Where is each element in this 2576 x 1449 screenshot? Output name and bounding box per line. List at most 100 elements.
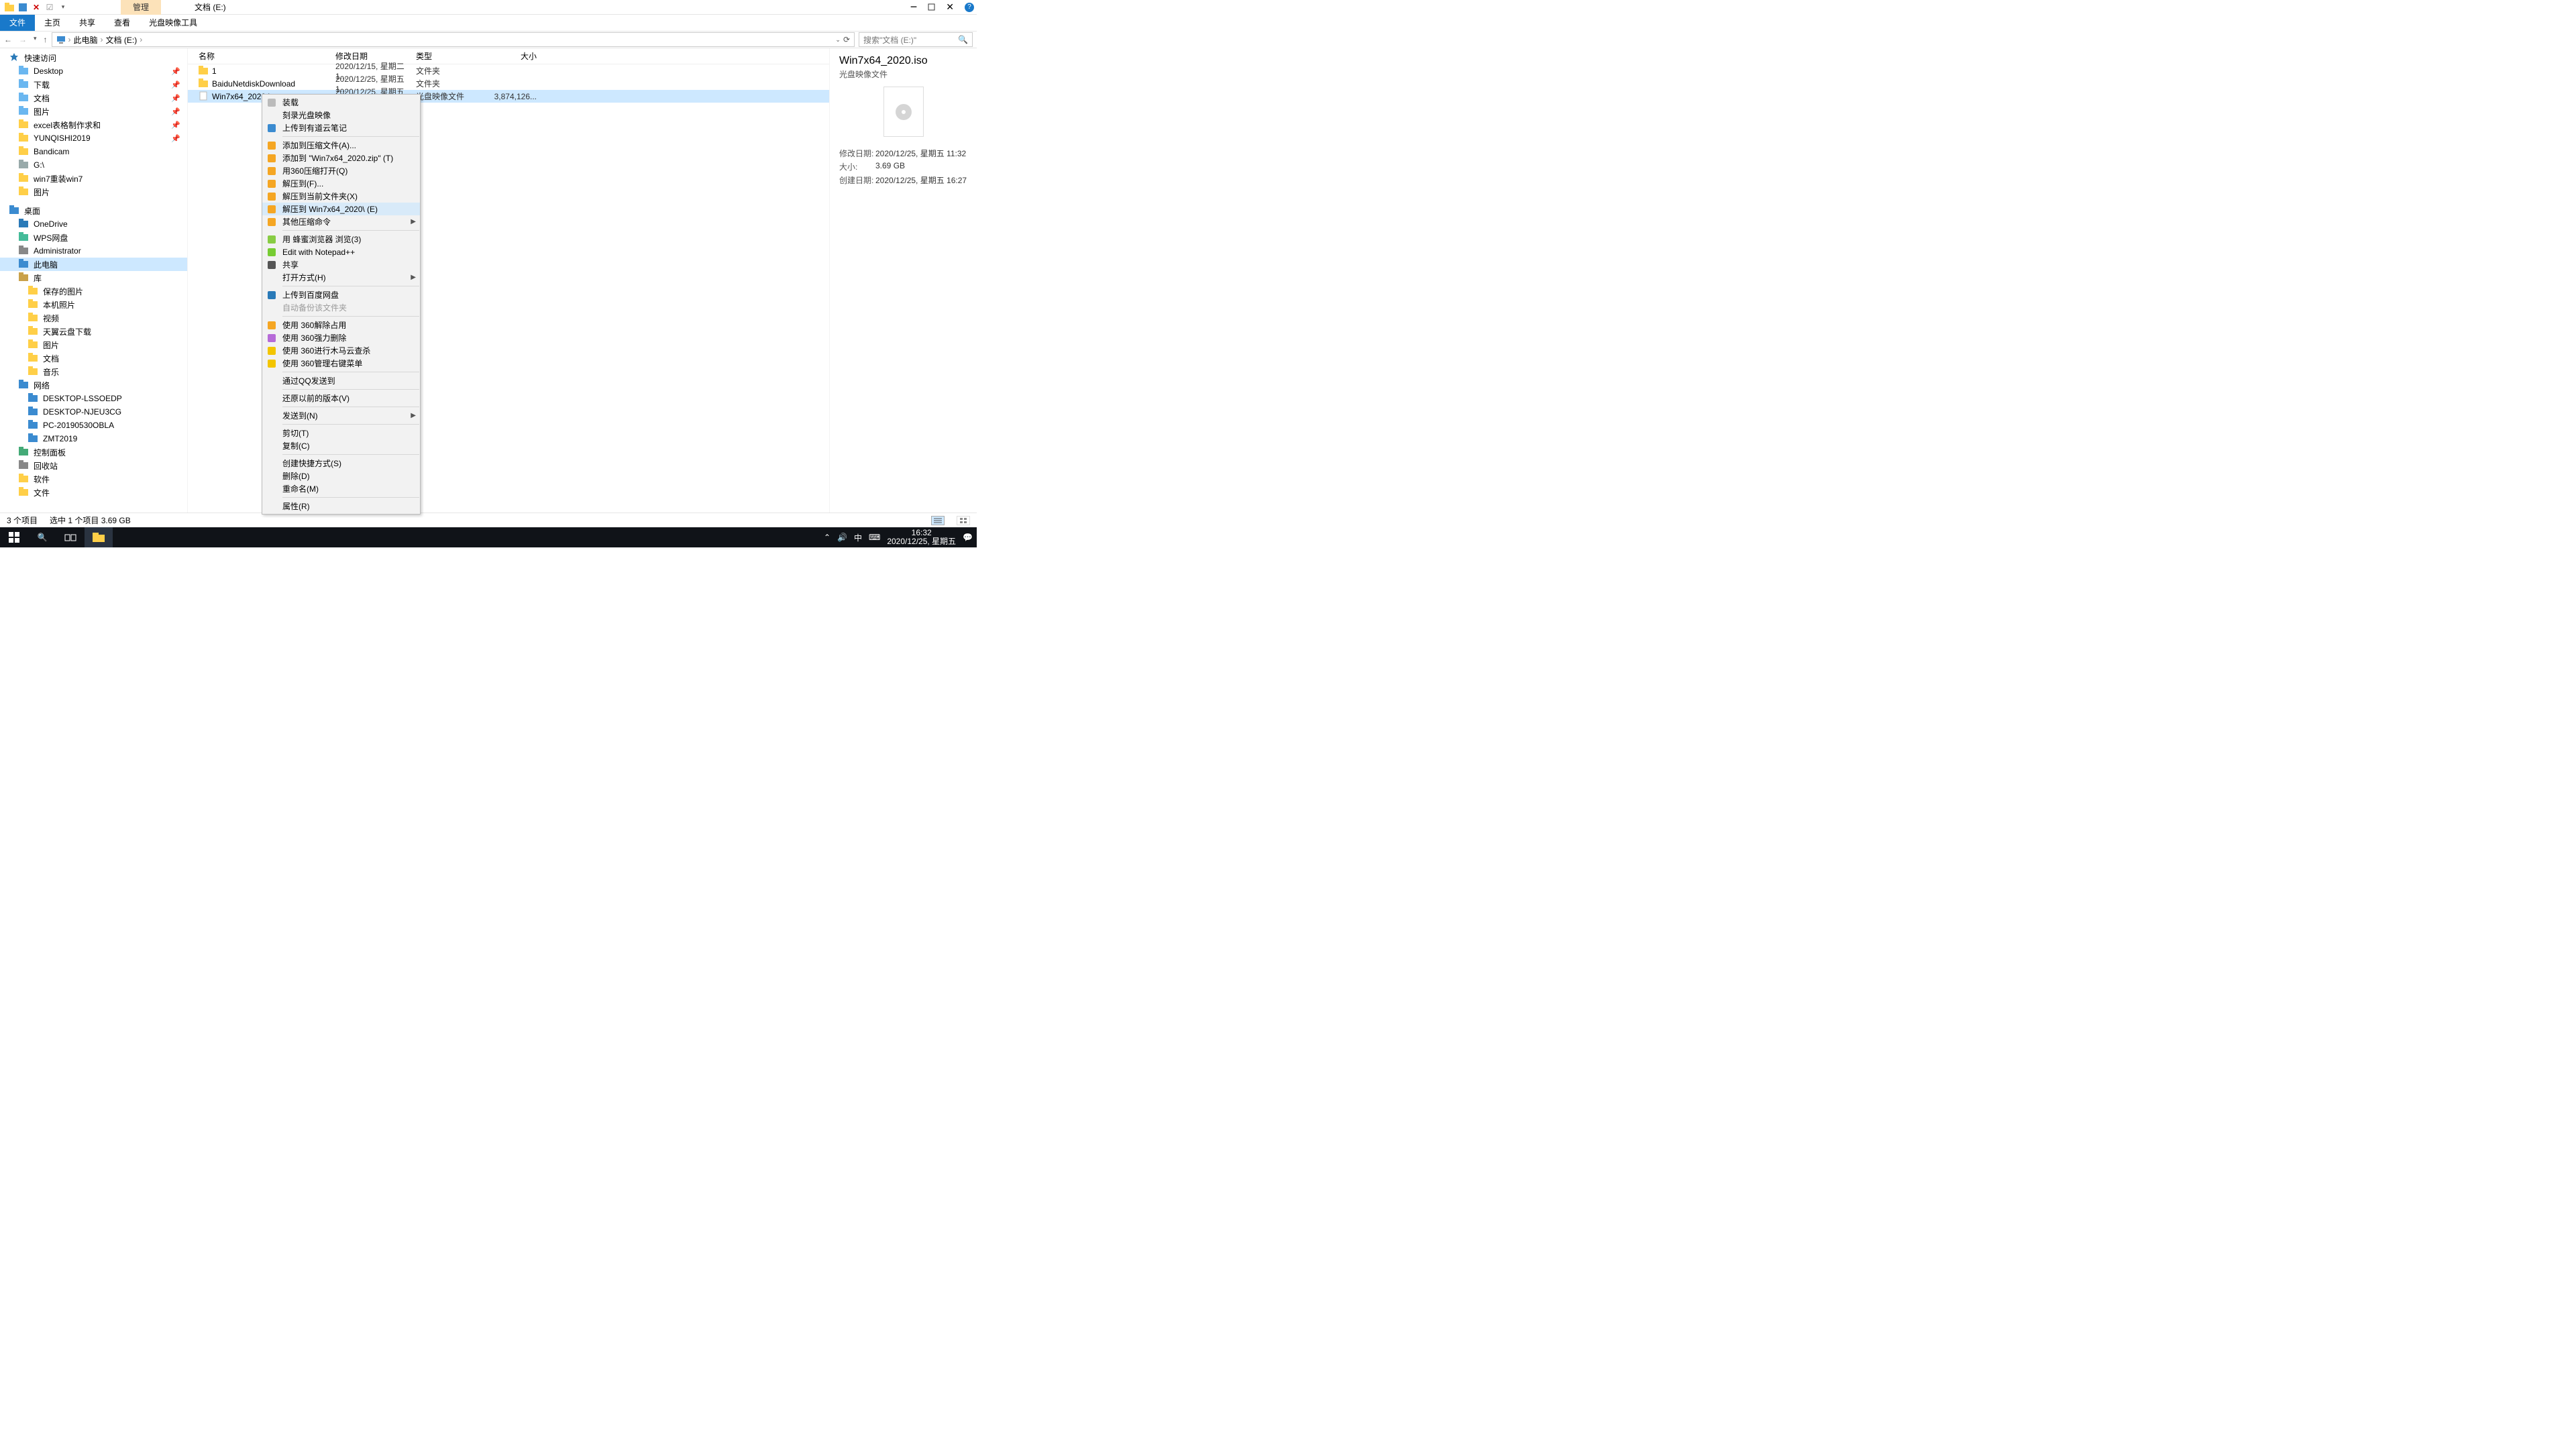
nav-item[interactable]: 图片 bbox=[0, 185, 187, 199]
nav-item[interactable]: Administrator bbox=[0, 244, 187, 258]
ribbon-tab-3[interactable]: 查看 bbox=[105, 15, 140, 31]
start-button[interactable] bbox=[0, 527, 28, 547]
breadcrumb-seg[interactable]: 文档 (E:) bbox=[106, 34, 138, 46]
nav-item[interactable]: 下载📌 bbox=[0, 78, 187, 91]
view-details-icon[interactable] bbox=[931, 516, 945, 525]
ctx-item[interactable]: 添加到压缩文件(A)... bbox=[262, 139, 420, 152]
nav-item[interactable]: YUNQISHI2019📌 bbox=[0, 131, 187, 145]
breadcrumb-root[interactable]: 此电脑 bbox=[74, 34, 98, 46]
ctx-item[interactable]: 使用 360管理右键菜单 bbox=[262, 357, 420, 370]
nav-tree[interactable]: 快速访问Desktop📌下载📌文档📌图片📌excel表格制作求和📌YUNQISH… bbox=[0, 48, 188, 531]
ctx-item[interactable]: 发送到(N)▶ bbox=[262, 409, 420, 422]
ctx-item[interactable]: 通过QQ发送到 bbox=[262, 374, 420, 387]
tray-ime[interactable]: 中 bbox=[854, 532, 862, 543]
nav-item[interactable]: 此电脑 bbox=[0, 258, 187, 271]
ctx-item[interactable]: 用 蜂蜜浏览器 浏览(3) bbox=[262, 233, 420, 246]
nav-item[interactable]: 桌面 bbox=[0, 204, 187, 217]
qat-undo-icon[interactable]: ✕ bbox=[31, 2, 42, 13]
ctx-item[interactable]: 打开方式(H)▶ bbox=[262, 271, 420, 284]
nav-forward-icon[interactable]: → bbox=[19, 35, 27, 44]
view-large-icon[interactable] bbox=[957, 516, 970, 525]
context-menu[interactable]: 装载刻录光盘映像上传到有道云笔记添加到压缩文件(A)...添加到 "Win7x6… bbox=[262, 94, 421, 515]
addr-dropdown-icon[interactable]: ⌄ bbox=[835, 36, 841, 44]
ribbon-tab-0[interactable]: 文件 bbox=[0, 15, 35, 31]
nav-item[interactable]: DESKTOP-LSSOEDP bbox=[0, 392, 187, 405]
ctx-item[interactable]: 刻录光盘映像 bbox=[262, 109, 420, 121]
ctx-item[interactable]: 使用 360解除占用 bbox=[262, 319, 420, 331]
nav-item[interactable]: Desktop📌 bbox=[0, 64, 187, 78]
ribbon-tab-2[interactable]: 共享 bbox=[70, 15, 105, 31]
nav-item[interactable]: G:\ bbox=[0, 158, 187, 172]
tray-volume-icon[interactable]: 🔊 bbox=[837, 533, 847, 542]
ctx-item[interactable]: 使用 360进行木马云查杀 bbox=[262, 344, 420, 357]
nav-item[interactable]: OneDrive bbox=[0, 217, 187, 231]
nav-item[interactable]: 控制面板 bbox=[0, 445, 187, 459]
ctx-item[interactable]: 上传到有道云笔记 bbox=[262, 121, 420, 134]
tray-clock[interactable]: 16:32 2020/12/25, 星期五 bbox=[887, 529, 956, 546]
file-row[interactable]: 12020/12/15, 星期二 1...文件夹 bbox=[188, 64, 829, 77]
qat-save-icon[interactable] bbox=[17, 2, 28, 13]
ctx-item[interactable]: 剪切(T) bbox=[262, 427, 420, 439]
ctx-item[interactable]: 复制(C) bbox=[262, 439, 420, 452]
nav-recent-icon[interactable]: ▾ bbox=[34, 35, 37, 44]
qat-dropdown-icon[interactable]: ▾ bbox=[58, 2, 68, 13]
nav-item[interactable]: 保存的图片 bbox=[0, 284, 187, 298]
search-button[interactable]: 🔍 bbox=[28, 527, 56, 547]
search-box[interactable]: 搜索"文档 (E:)" 🔍 bbox=[859, 32, 973, 47]
ctx-item[interactable]: 解压到(F)... bbox=[262, 177, 420, 190]
nav-item[interactable]: 天翼云盘下载 bbox=[0, 325, 187, 338]
close-button[interactable]: ✕ bbox=[946, 1, 954, 13]
nav-item[interactable]: 图片 bbox=[0, 338, 187, 352]
nav-item[interactable]: 库 bbox=[0, 271, 187, 284]
ctx-item[interactable]: 其他压缩命令▶ bbox=[262, 215, 420, 228]
ctx-item[interactable]: 装载 bbox=[262, 96, 420, 109]
nav-item[interactable]: excel表格制作求和📌 bbox=[0, 118, 187, 131]
ctx-item[interactable]: 还原以前的版本(V) bbox=[262, 392, 420, 405]
nav-item[interactable]: 回收站 bbox=[0, 459, 187, 472]
column-headers[interactable]: 名称 修改日期 类型 大小 bbox=[188, 48, 829, 64]
nav-item[interactable]: 图片📌 bbox=[0, 105, 187, 118]
file-row[interactable]: BaiduNetdiskDownload2020/12/25, 星期五 1...… bbox=[188, 77, 829, 90]
minimize-button[interactable]: − bbox=[910, 0, 918, 14]
nav-item[interactable]: 文档 bbox=[0, 352, 187, 365]
ctx-item[interactable]: 共享 bbox=[262, 258, 420, 271]
ctx-item[interactable]: 用360压缩打开(Q) bbox=[262, 164, 420, 177]
nav-item[interactable]: 文件 bbox=[0, 486, 187, 499]
qat-props-icon[interactable]: ☑ bbox=[44, 2, 55, 13]
nav-item[interactable]: 本机照片 bbox=[0, 298, 187, 311]
address-path[interactable]: › 此电脑 › 文档 (E:) › ⌄ ⟳ bbox=[52, 32, 855, 47]
action-center-icon[interactable]: 💬 bbox=[963, 533, 973, 542]
nav-item[interactable]: 软件 bbox=[0, 472, 187, 486]
nav-item[interactable]: DESKTOP-NJEU3CG bbox=[0, 405, 187, 419]
ctx-item[interactable]: 删除(D) bbox=[262, 470, 420, 482]
nav-item[interactable]: 网络 bbox=[0, 378, 187, 392]
nav-item[interactable]: WPS网盘 bbox=[0, 231, 187, 244]
nav-item[interactable]: 音乐 bbox=[0, 365, 187, 378]
ctx-item[interactable]: 添加到 "Win7x64_2020.zip" (T) bbox=[262, 152, 420, 164]
explorer-taskbar-icon[interactable] bbox=[85, 527, 113, 547]
ctx-item[interactable]: Edit with Notepad++ bbox=[262, 246, 420, 258]
nav-item[interactable]: win7重装win7 bbox=[0, 172, 187, 185]
tray-up-icon[interactable]: ⌃ bbox=[824, 533, 830, 542]
ribbon-tab-1[interactable]: 主页 bbox=[35, 15, 70, 31]
taskbar[interactable]: 🔍 ⌃ 🔊 中 ⌨ 16:32 2020/12/25, 星期五 💬 bbox=[0, 527, 977, 547]
addr-refresh-icon[interactable]: ⟳ bbox=[843, 35, 850, 44]
nav-item[interactable]: 视频 bbox=[0, 311, 187, 325]
nav-up-icon[interactable]: ↑ bbox=[44, 35, 48, 44]
help-icon[interactable]: ? bbox=[965, 3, 974, 12]
ctx-item[interactable]: 使用 360强力删除 bbox=[262, 331, 420, 344]
ctx-item[interactable]: 上传到百度网盘 bbox=[262, 288, 420, 301]
contextual-tab[interactable]: 管理 bbox=[121, 0, 161, 15]
col-type[interactable]: 类型 bbox=[416, 50, 490, 62]
tray-keyboard-icon[interactable]: ⌨ bbox=[869, 533, 880, 542]
nav-item[interactable]: 文档📌 bbox=[0, 91, 187, 105]
ctx-item[interactable]: 创建快捷方式(S) bbox=[262, 457, 420, 470]
nav-item[interactable]: 快速访问 bbox=[0, 51, 187, 64]
nav-back-icon[interactable]: ← bbox=[4, 35, 12, 44]
ctx-item[interactable]: 属性(R) bbox=[262, 500, 420, 513]
col-size[interactable]: 大小 bbox=[490, 50, 537, 62]
col-name[interactable]: 名称 bbox=[188, 50, 335, 62]
nav-item[interactable]: Bandicam bbox=[0, 145, 187, 158]
ctx-item[interactable]: 解压到当前文件夹(X) bbox=[262, 190, 420, 203]
maximize-button[interactable] bbox=[928, 3, 935, 11]
